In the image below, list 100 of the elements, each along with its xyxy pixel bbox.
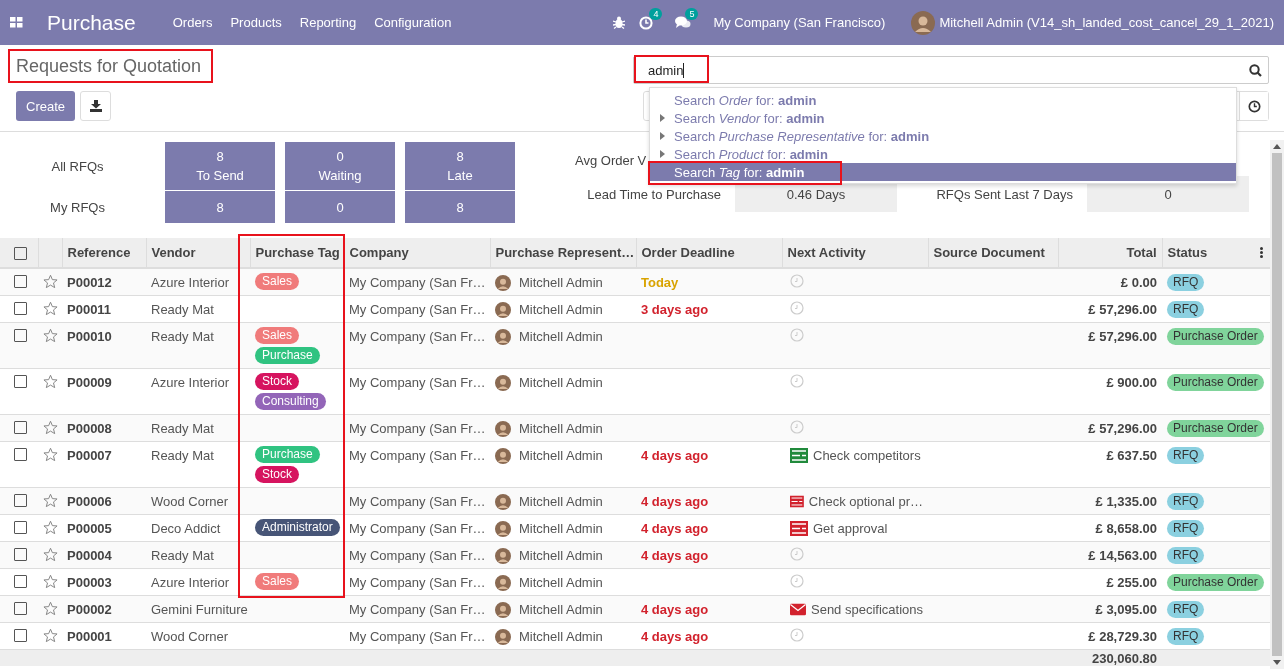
user-menu[interactable]: Mitchell Admin (V14_sh_landed_cost_cancel_29_1_2021) xyxy=(939,15,1274,30)
apps-menu-icon[interactable] xyxy=(10,17,23,28)
status-badge: Purchase Order xyxy=(1167,420,1264,437)
tag: Sales xyxy=(255,273,300,290)
star-icon[interactable] xyxy=(43,328,58,343)
scrollbar[interactable] xyxy=(1270,140,1284,669)
bug-icon[interactable] xyxy=(613,16,626,29)
table-cell: P00006 xyxy=(67,494,112,509)
star-icon[interactable] xyxy=(43,601,58,616)
more-icon[interactable] xyxy=(1260,247,1263,258)
star-icon[interactable] xyxy=(43,447,58,462)
scroll-down-icon[interactable] xyxy=(1273,660,1281,665)
row-checkbox[interactable] xyxy=(14,521,27,534)
star-icon[interactable] xyxy=(43,274,58,289)
row-checkbox[interactable] xyxy=(14,629,27,642)
activity-summary: Send specifications xyxy=(811,601,923,618)
table-cell: £ 28,729.30 xyxy=(1088,629,1157,644)
search-icon[interactable] xyxy=(1249,64,1262,77)
menu-item[interactable]: Products xyxy=(230,15,282,30)
column-header[interactable]: Status xyxy=(1167,245,1208,260)
table-cell: My Company (San Fr… xyxy=(349,494,486,509)
star-icon[interactable] xyxy=(43,520,58,535)
table-cell: Wood Corner xyxy=(151,629,229,644)
table-cell: £ 57,296.00 xyxy=(1088,329,1157,344)
envelope-icon[interactable] xyxy=(790,602,806,617)
search-suggestion[interactable]: Search Purchase Representative for: admin xyxy=(650,127,1236,145)
deadline-text: 4 days ago xyxy=(641,494,709,509)
search-suggestion[interactable]: Search Product for: admin xyxy=(650,145,1236,163)
table-cell: Ready Mat xyxy=(151,329,214,344)
app-name[interactable]: Purchase xyxy=(47,10,136,35)
activity-view-button[interactable] xyxy=(1239,92,1268,120)
search-suggestion[interactable]: Search Order for: admin xyxy=(650,91,1236,109)
star-icon[interactable] xyxy=(43,628,58,643)
tag: Stock xyxy=(255,466,299,483)
avatar-icon xyxy=(495,574,511,591)
stat-tile[interactable]: 0 Waiting xyxy=(285,142,395,190)
table-cell: £ 57,296.00 xyxy=(1088,421,1157,436)
avatar-icon xyxy=(495,328,511,345)
chat-icon[interactable] xyxy=(675,16,692,29)
checklist-icon[interactable] xyxy=(790,448,808,463)
row-checkbox[interactable] xyxy=(14,548,27,561)
select-all-checkbox[interactable] xyxy=(14,246,27,260)
table-cell: £ 900.00 xyxy=(1106,375,1157,390)
create-button[interactable]: Create xyxy=(16,91,76,121)
table-cell: My Company (San Fr… xyxy=(349,302,486,317)
stat-tile[interactable]: 8 xyxy=(405,191,515,223)
table-cell: Ready Mat xyxy=(151,421,214,436)
row-checkbox[interactable] xyxy=(14,494,27,507)
table-cell: My Company (San Fr… xyxy=(349,548,486,563)
status-badge: RFQ xyxy=(1167,493,1205,510)
row-checkbox[interactable] xyxy=(14,329,27,342)
table-cell: Ready Mat xyxy=(151,302,214,317)
menu-item[interactable]: Reporting xyxy=(299,15,357,30)
table-cell: Mitchell Admin xyxy=(519,628,603,645)
scroll-up-icon[interactable] xyxy=(1273,144,1281,149)
stat-tile[interactable]: 8 To Send xyxy=(165,142,275,190)
avatar-icon[interactable] xyxy=(911,10,936,35)
company-switcher[interactable]: My Company (San Francisco) xyxy=(713,15,886,30)
star-icon[interactable] xyxy=(43,547,58,562)
search-field[interactable]: admin xyxy=(633,56,1269,84)
deadline-text: 4 days ago xyxy=(641,521,709,536)
row-checkbox[interactable] xyxy=(14,421,27,434)
table-cell: My Company (San Fr… xyxy=(349,448,486,463)
table-cell: My Company (San Fr… xyxy=(349,521,486,536)
row-checkbox[interactable] xyxy=(14,448,27,461)
table-cell: Mitchell Admin xyxy=(519,601,603,618)
star-icon[interactable] xyxy=(43,420,58,435)
column-header[interactable]: Total xyxy=(1126,245,1157,260)
star-icon[interactable] xyxy=(43,493,58,508)
table-cell: Deco Addict xyxy=(151,521,221,536)
star-icon[interactable] xyxy=(43,574,58,589)
search-suggestion[interactable]: Search Vendor for: admin xyxy=(650,109,1236,127)
stat-tile[interactable]: 0 xyxy=(285,191,395,223)
expand-icon[interactable] xyxy=(659,150,665,158)
deadline-text: 3 days ago xyxy=(641,302,709,317)
download-button[interactable] xyxy=(80,91,112,121)
download-icon xyxy=(89,100,102,112)
row-checkbox[interactable] xyxy=(14,302,27,315)
table-cell: P00011 xyxy=(67,302,112,317)
stat-tile[interactable]: 8 xyxy=(165,191,275,223)
menu-item[interactable]: Orders xyxy=(172,15,213,30)
expand-icon[interactable] xyxy=(659,132,665,140)
activity-count-badge: 4 xyxy=(649,7,663,20)
stat-tile[interactable]: 8 Late xyxy=(405,142,515,190)
table-cell: My Company (San Fr… xyxy=(349,602,486,617)
menu-item[interactable]: Configuration xyxy=(374,15,452,30)
row-checkbox[interactable] xyxy=(14,575,27,588)
status-badge: Purchase Order xyxy=(1167,374,1264,391)
row-checkbox[interactable] xyxy=(14,602,27,615)
checklist-icon[interactable] xyxy=(790,521,808,536)
table-cell: My Company (San Fr… xyxy=(349,375,486,390)
star-icon[interactable] xyxy=(43,374,58,389)
row-checkbox[interactable] xyxy=(14,375,27,388)
row-checkbox[interactable] xyxy=(14,275,27,288)
status-badge: RFQ xyxy=(1167,447,1205,464)
star-icon[interactable] xyxy=(43,301,58,316)
checklist-icon[interactable] xyxy=(790,494,804,509)
expand-icon[interactable] xyxy=(659,114,665,122)
table-cell: £ 14,563.00 xyxy=(1088,548,1157,563)
table-cell: My Company (San Fr… xyxy=(349,575,486,590)
